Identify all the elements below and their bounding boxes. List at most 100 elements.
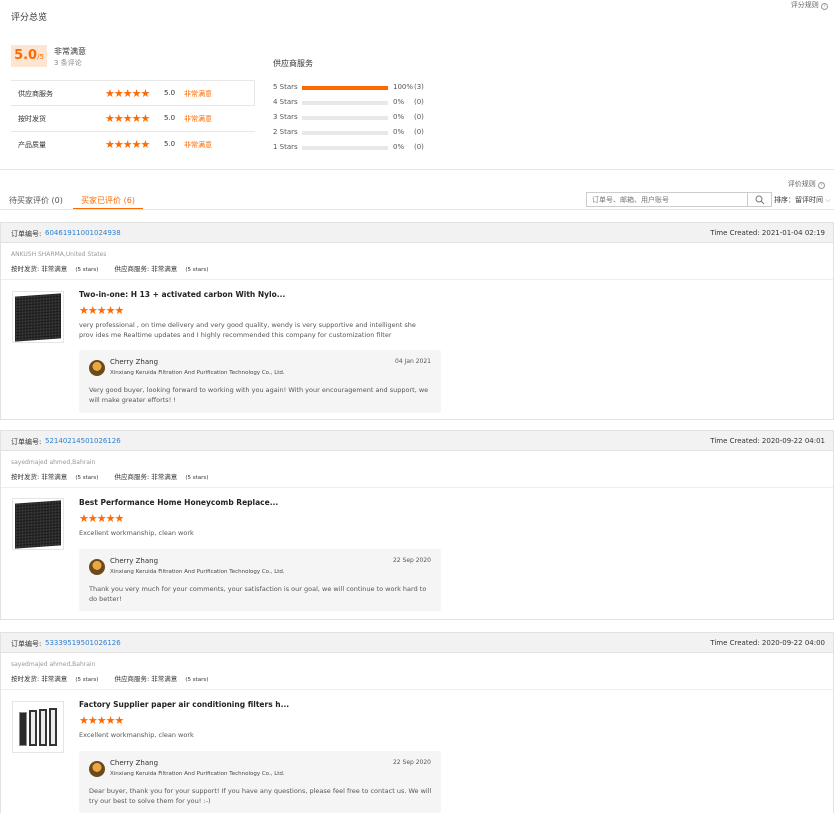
dist-row-2: 2 Stars 0% (0): [273, 127, 443, 141]
avatar: [89, 360, 105, 376]
dist-bar-track: [302, 116, 388, 120]
dist-count: (3): [414, 83, 424, 91]
buyer-name: ANKUSH SHARMA,United States: [11, 251, 107, 258]
service-value: 非常满意: [151, 265, 178, 273]
reply-company: Xinxiang Keruida Filtration And Purifica…: [110, 771, 285, 777]
order-time-created: Time Created: 2020-09-22 04:01: [710, 437, 825, 445]
service-stars: (5 stars): [185, 677, 209, 683]
tab-completed-reviews[interactable]: 买家已评价 (6): [73, 195, 143, 206]
tabs-divider: [0, 209, 834, 210]
metric-row: 产品质量 ★★★★★ 5.0 非常满意: [11, 132, 255, 158]
dist-count: (0): [414, 128, 424, 136]
review-text: Excellent workmanship, clean work: [79, 529, 194, 537]
ontime-stars: (5 stars): [75, 475, 99, 481]
reply-date: 22 Sep 2020: [392, 557, 431, 564]
overall-score: 5.0: [14, 48, 38, 63]
ontime-label: 按时发货:: [11, 675, 40, 683]
sort-control[interactable]: 排序：留评时间 ⌵: [774, 195, 831, 205]
help-circle-icon: ?: [818, 182, 825, 189]
metric-score: 5.0: [164, 140, 176, 148]
service-label: 供应商服务:: [114, 675, 150, 683]
product-title[interactable]: Factory Supplier paper air conditioning …: [79, 700, 289, 709]
tab-pending-reviews[interactable]: 待买家评价 (0): [9, 195, 63, 206]
summary-title: 评分总览: [11, 13, 48, 23]
ontime-value: 非常满意: [41, 473, 68, 481]
overall-score-max: /5: [37, 53, 44, 61]
product-thumbnail[interactable]: [12, 498, 64, 550]
product-thumbnail[interactable]: [12, 291, 64, 343]
dist-percent: 0%: [393, 113, 405, 121]
metric-stars: ★★★★★: [105, 87, 150, 100]
metric-stars: ★★★★★: [105, 112, 150, 125]
ontime-stars: (5 stars): [75, 677, 99, 683]
divider: [1, 487, 833, 488]
order-header: 订单编号: 52140214501026126 Time Created: 20…: [1, 431, 833, 451]
reply-text: Very good buyer, looking forward to work…: [89, 386, 429, 404]
search-box[interactable]: [586, 192, 772, 207]
service-stars: (5 stars): [185, 267, 209, 273]
dist-count: (0): [414, 143, 424, 151]
reply-text: Dear buyer, thank you for your support! …: [89, 787, 432, 805]
dist-label: 4 Stars: [273, 98, 298, 106]
metric-stars: ★★★★★: [105, 138, 150, 151]
order-card: 订单编号: 52140214501026126 Time Created: 20…: [0, 430, 834, 620]
review-rules-link[interactable]: 评价规则 ?: [788, 179, 825, 189]
order-number-link[interactable]: 60461911001024938: [45, 229, 121, 237]
service-stars: (5 stars): [185, 475, 209, 481]
reply-name: Cherry Zhang: [110, 759, 159, 767]
ontime-value: 非常满意: [41, 675, 68, 683]
service-label: 供应商服务:: [114, 265, 150, 273]
reply-text: Thank you very much for your comments, y…: [89, 585, 427, 603]
product-thumbnail[interactable]: [12, 701, 64, 753]
order-card: 订单编号: 60461911001024938 Time Created: 20…: [0, 222, 834, 420]
star-distribution: 5 Stars 100% (3) 4 Stars 0% (0) 3 Stars …: [273, 82, 443, 157]
service-label: 供应商服务:: [114, 473, 150, 481]
review-stars: ★★★★★: [79, 714, 124, 727]
metric-score: 5.0: [164, 114, 176, 122]
honeycomb-filter-image: [15, 500, 61, 549]
dist-label: 3 Stars: [273, 113, 298, 121]
reply-name: Cherry Zhang: [110, 557, 159, 565]
order-number-label: 订单编号:: [11, 640, 42, 648]
dist-percent: 0%: [393, 128, 405, 136]
dist-count: (0): [414, 113, 424, 121]
help-circle-icon: ?: [821, 3, 828, 10]
dist-percent: 0%: [393, 143, 405, 151]
buyer-name: sayedmajed ahmed,Bahrain: [11, 661, 96, 668]
order-card: 订单编号: 53339519501026126 Time Created: 20…: [0, 632, 834, 813]
dist-label: 1 Stars: [273, 143, 298, 151]
dist-bar-fill: [302, 86, 388, 90]
supplier-reply: Cherry Zhang Xinxiang Keruida Filtration…: [79, 751, 441, 813]
dist-row-3: 3 Stars 0% (0): [273, 112, 443, 126]
search-icon: [755, 195, 765, 205]
order-number-link[interactable]: 52140214501026126: [45, 437, 121, 445]
order-number-label: 订单编号:: [11, 438, 42, 446]
metric-label: 供应商服务: [18, 90, 53, 98]
reply-date: 22 Sep 2020: [392, 759, 431, 766]
reply-date: 04 Jan 2021: [395, 358, 431, 365]
review-text: very professional , on time delivery and…: [79, 321, 416, 339]
search-button[interactable]: [747, 193, 771, 206]
reply-company: Xinxiang Keruida Filtration And Purifica…: [110, 370, 285, 376]
divider: [1, 279, 833, 280]
sort-label: 排序：: [774, 196, 795, 204]
rating-rules-link[interactable]: 评分规则 ?: [791, 0, 828, 10]
order-number-link[interactable]: 53339519501026126: [45, 639, 121, 647]
dist-percent: 0%: [393, 98, 405, 106]
overall-score-badge: 5.0/5: [11, 45, 47, 67]
review-count: 3 条评论: [54, 59, 82, 67]
metric-row: 供应商服务 ★★★★★ 5.0 非常满意: [11, 80, 255, 106]
review-stars: ★★★★★: [79, 512, 124, 525]
dist-bar-track: [302, 146, 388, 150]
metric-score: 5.0: [164, 89, 176, 97]
product-title[interactable]: Best Performance Home Honeycomb Replace.…: [79, 498, 278, 507]
product-title[interactable]: Two-in-one: H 13 + activated carbon With…: [79, 290, 285, 299]
review-rules-label: 评价规则: [787, 180, 816, 188]
reply-name: Cherry Zhang: [110, 358, 159, 366]
service-value: 非常满意: [151, 675, 178, 683]
rating-rules-label: 评分规则: [790, 1, 819, 9]
ontime-label: 按时发货:: [11, 473, 40, 481]
order-time-created: Time Created: 2020-09-22 04:00: [710, 639, 825, 647]
metric-label: 产品质量: [18, 141, 46, 149]
search-input[interactable]: [587, 193, 745, 206]
